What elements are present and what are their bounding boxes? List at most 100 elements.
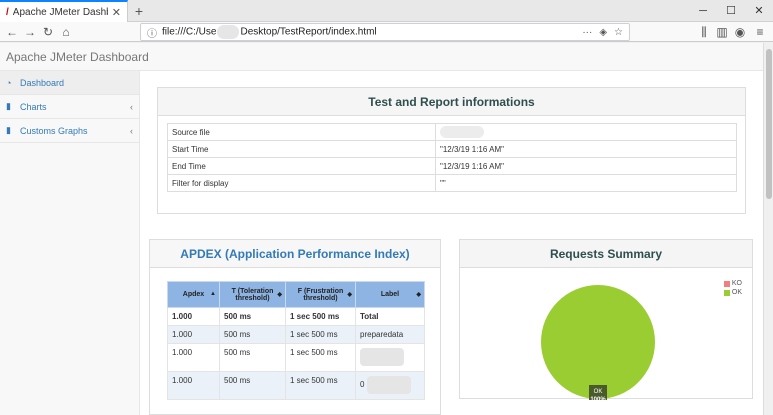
table-row: 1.000 500 ms 1 sec 500 ms bbox=[167, 343, 425, 372]
legend-item-ok[interactable]: OK bbox=[723, 288, 742, 297]
sort-asc-icon: ▲ bbox=[210, 291, 216, 297]
slice-label-name: OK bbox=[594, 389, 603, 395]
toleration-value: 500 ms bbox=[219, 325, 286, 344]
label-value: 0 bbox=[355, 371, 425, 400]
bar-chart-icon: ▮ bbox=[6, 125, 11, 135]
column-header-frustration[interactable]: F (Frustration threshold) ◆ bbox=[285, 281, 356, 308]
label-value: Total bbox=[355, 307, 425, 326]
legend-swatch-ko bbox=[723, 280, 730, 287]
column-header-toleration[interactable]: T (Toleration threshold) ◆ bbox=[219, 281, 286, 308]
info-value: "12/3/19 1:16 AM" bbox=[435, 157, 737, 175]
column-header-label[interactable]: Label ◆ bbox=[355, 281, 425, 308]
toleration-value: 500 ms bbox=[219, 371, 286, 400]
sort-icon: ◆ bbox=[416, 292, 421, 298]
panel-title: APDEX (Application Performance Index) bbox=[150, 240, 440, 268]
sidebar-item-label: Customs Graphs bbox=[20, 125, 88, 136]
pie-slice-ok[interactable] bbox=[541, 285, 655, 399]
table-row: 1.000 500 ms 1 sec 500 ms 0 bbox=[167, 371, 425, 400]
window-controls: ─ ☐ ✕ bbox=[689, 0, 773, 22]
frustration-value: 1 sec 500 ms bbox=[285, 343, 356, 372]
test-info-panel: Test and Report informations Source file… bbox=[157, 87, 746, 214]
pocket-icon[interactable]: ◈ bbox=[599, 27, 607, 38]
info-icon[interactable]: ⓘ bbox=[147, 25, 157, 40]
menu-icon[interactable]: ≡ bbox=[751, 23, 769, 41]
apdex-value: 1.000 bbox=[167, 343, 220, 372]
sidebar-item-customs-graphs[interactable]: ▮ Customs Graphs ‹ bbox=[0, 119, 139, 143]
redacted-username bbox=[217, 25, 240, 39]
frustration-value: 1 sec 500 ms bbox=[285, 307, 356, 326]
info-value bbox=[435, 123, 737, 141]
info-key: Source file bbox=[167, 123, 436, 141]
browser-nav-bar: ← → ↻ ⌂ ⓘ file:///C:/Use Desktop/TestRepo… bbox=[0, 22, 773, 42]
dashboard-icon: ◔ bbox=[6, 77, 12, 88]
account-icon[interactable]: ◉ bbox=[731, 23, 749, 41]
frustration-value: 1 sec 500 ms bbox=[285, 325, 356, 344]
scrollbar-thumb[interactable] bbox=[766, 49, 772, 199]
brand[interactable]: Apache JMeter Dashboard bbox=[6, 50, 149, 64]
chevron-left-icon: ‹ bbox=[130, 125, 133, 136]
library-icon[interactable]: ⫼ bbox=[695, 23, 713, 41]
panel-title: Requests Summary bbox=[460, 240, 752, 268]
sort-icon: ◆ bbox=[277, 292, 282, 298]
reload-icon[interactable]: ↻ bbox=[39, 23, 57, 41]
apdex-value: 1.000 bbox=[167, 371, 220, 400]
redacted-label bbox=[360, 348, 404, 366]
requests-pie-chart: OK 100% bbox=[541, 285, 655, 400]
column-header-apdex[interactable]: Apdex ▲ bbox=[167, 281, 220, 308]
jmeter-favicon-icon: / bbox=[6, 6, 9, 18]
table-row: Filter for display "" bbox=[167, 174, 737, 192]
browser-tab-bar: / Apache JMeter Dashboard ✕ + ─ ☐ ✕ bbox=[0, 0, 773, 22]
redacted-label bbox=[366, 376, 411, 394]
info-key: End Time bbox=[167, 157, 436, 175]
sidebar-item-charts[interactable]: ▮ Charts ‹ bbox=[0, 95, 139, 119]
info-key: Start Time bbox=[167, 140, 436, 158]
bookmark-star-icon[interactable]: ☆ bbox=[614, 27, 623, 38]
apdex-value: 1.000 bbox=[167, 325, 220, 344]
close-tab-icon[interactable]: ✕ bbox=[112, 6, 121, 19]
close-window-icon[interactable]: ✕ bbox=[745, 0, 773, 22]
page: Apache JMeter Dashboard ◔ Dashboard ▮ Ch… bbox=[0, 43, 763, 415]
table-row: End Time "12/3/19 1:16 AM" bbox=[167, 157, 737, 175]
pie-slice-label: OK 100% bbox=[589, 385, 607, 400]
main-content: Test and Report informations Source file… bbox=[140, 71, 763, 415]
page-actions-icon[interactable]: ··· bbox=[582, 27, 592, 38]
url-text: file:///C:/Use Desktop/TestReport/index.h… bbox=[162, 25, 377, 39]
apdex-value: 1.000 bbox=[167, 307, 220, 326]
legend-item-ko[interactable]: KO bbox=[723, 279, 742, 288]
minimize-icon[interactable]: ─ bbox=[689, 0, 717, 22]
info-value: "12/3/19 1:16 AM" bbox=[435, 140, 737, 158]
label-value: preparedata bbox=[355, 325, 425, 344]
toleration-value: 500 ms bbox=[219, 343, 286, 372]
browser-tab[interactable]: / Apache JMeter Dashboard ✕ bbox=[0, 0, 128, 22]
bar-chart-icon: ▮ bbox=[6, 101, 11, 111]
frustration-value: 1 sec 500 ms bbox=[285, 371, 356, 400]
apdex-panel: APDEX (Application Performance Index) Ap… bbox=[149, 239, 441, 415]
info-table: Source file Start Time "12/3/19 1:16 AM"… bbox=[167, 123, 737, 192]
info-value: "" bbox=[435, 174, 737, 192]
slice-label-percent: 100% bbox=[590, 397, 606, 400]
legend-label: KO bbox=[731, 280, 742, 287]
apdex-table: Apdex ▲ T (Toleration threshold) ◆ F (Frus… bbox=[167, 281, 425, 400]
toleration-value: 500 ms bbox=[219, 307, 286, 326]
address-bar[interactable]: ⓘ file:///C:/Use Desktop/TestReport/index… bbox=[140, 23, 630, 41]
table-row: Source file bbox=[167, 123, 737, 141]
panel-title: Test and Report informations bbox=[158, 88, 745, 116]
redacted-source-file bbox=[440, 126, 484, 138]
home-icon[interactable]: ⌂ bbox=[57, 23, 75, 41]
info-key: Filter for display bbox=[167, 174, 436, 192]
page-scrollbar[interactable] bbox=[763, 43, 773, 415]
back-icon[interactable]: ← bbox=[3, 23, 21, 41]
sidebar-item-label: Charts bbox=[20, 101, 47, 112]
sort-icon: ◆ bbox=[347, 292, 352, 298]
maximize-icon[interactable]: ☐ bbox=[717, 0, 745, 22]
sidebar-toggle-icon[interactable]: ▥ bbox=[713, 23, 731, 41]
sidebar: ◔ Dashboard ▮ Charts ‹ ▮ Customs Graphs … bbox=[0, 71, 140, 415]
legend-label: OK bbox=[731, 289, 742, 296]
new-tab-icon[interactable]: + bbox=[130, 2, 148, 20]
sidebar-item-label: Dashboard bbox=[20, 77, 65, 88]
table-row: Start Time "12/3/19 1:16 AM" bbox=[167, 140, 737, 158]
label-value bbox=[355, 343, 425, 372]
forward-icon[interactable]: → bbox=[21, 23, 39, 41]
sidebar-item-dashboard[interactable]: ◔ Dashboard bbox=[0, 71, 139, 95]
chevron-left-icon: ‹ bbox=[130, 101, 133, 112]
